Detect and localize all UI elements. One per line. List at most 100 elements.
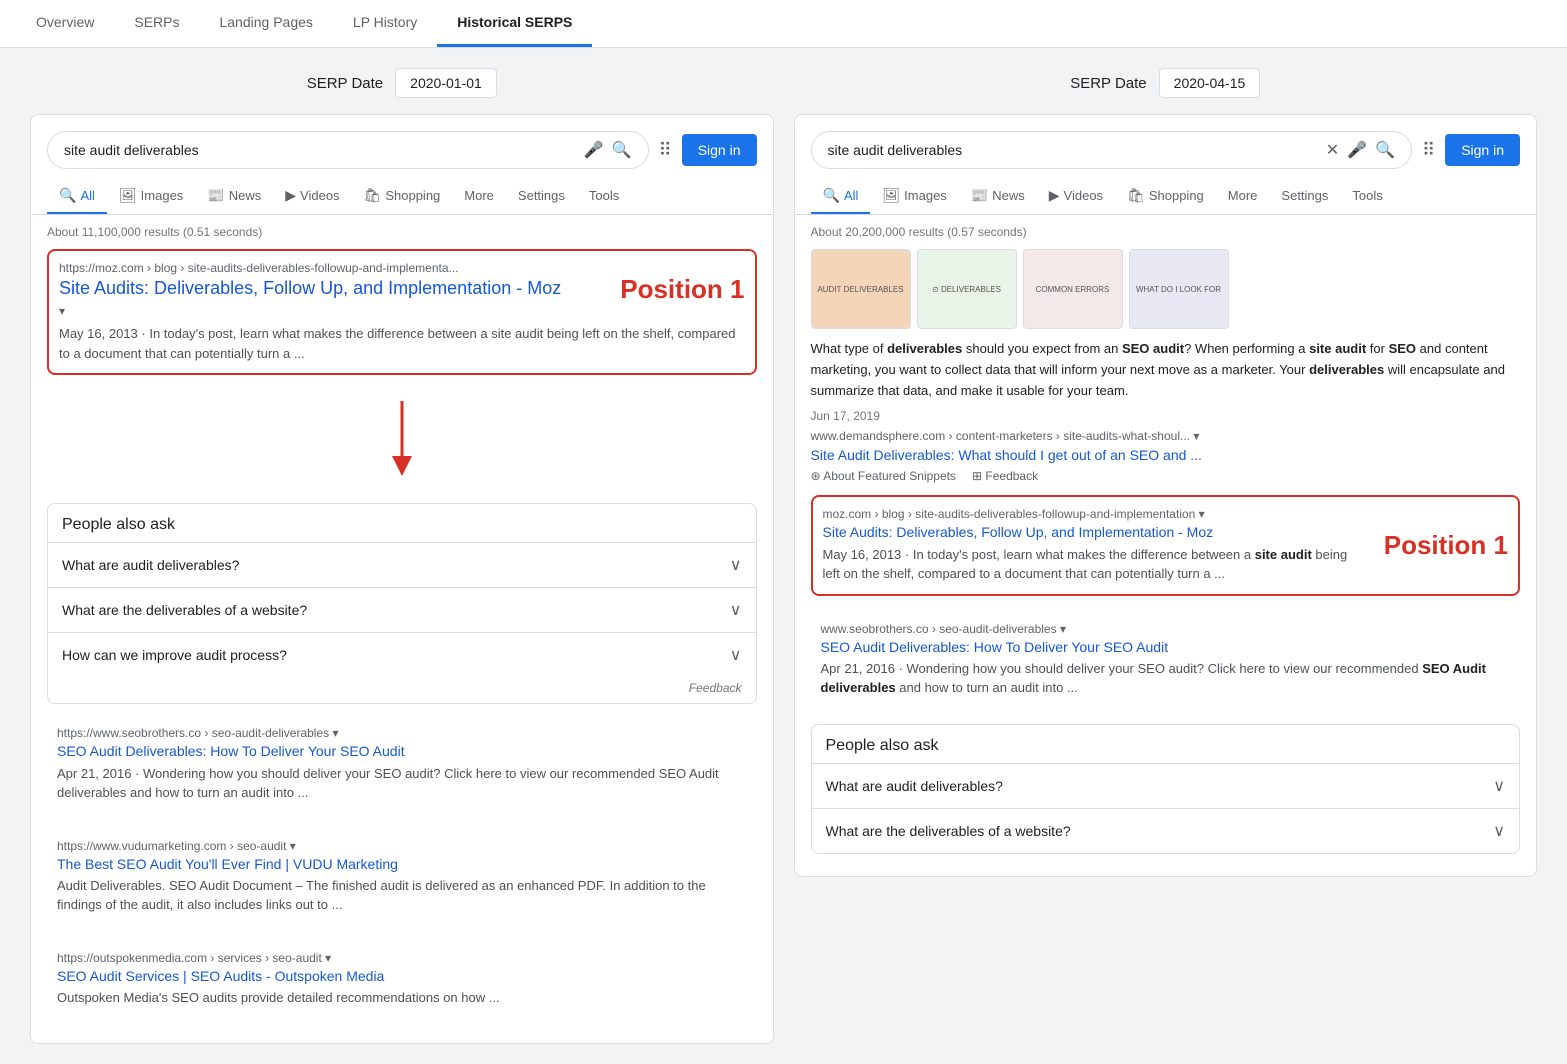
right-snippet-date: Jun 17, 2019 [811,409,1521,423]
left-search-bar: site audit deliverables 🎤 🔍 ⠿ Sign in [31,115,773,179]
left-pos1-url: https://moz.com › blog › site-audits-del… [59,261,604,275]
left-search-icons: 🎤 🔍 [584,140,632,160]
serp-columns: SERP Date 2020-01-01 site audit delivera… [30,68,1537,1044]
right-search-input[interactable]: site audit deliverables ✕ 🎤 🔍 [811,131,1413,169]
right-result-count: About 20,200,000 results (0.57 seconds) [811,225,1521,239]
right-r2-title[interactable]: SEO Audit Deliverables: How To Deliver Y… [821,638,1511,656]
right-nav-videos[interactable]: ▶ Videos [1037,179,1115,214]
left-pos1-wrapper: https://moz.com › blog › site-audits-del… [59,261,745,318]
left-search-text: site audit deliverables [64,142,199,158]
right-paa-item-1[interactable]: What are the deliverables of a website? … [812,808,1520,853]
left-paa-item-2[interactable]: How can we improve audit process? ∨ [48,632,756,677]
left-paa-item-0[interactable]: What are audit deliverables? ∨ [48,542,756,587]
left-pos1-title[interactable]: Site Audits: Deliverables, Follow Up, an… [59,277,604,300]
clear-icon[interactable]: ✕ [1326,140,1339,160]
right-position1-result: moz.com › blog › site-audits-deliverable… [811,495,1521,595]
left-paa-title: People also ask [48,504,756,542]
right-chevron-icon-0: ∨ [1493,776,1505,796]
right-chevron-icon-1: ∨ [1493,821,1505,841]
left-r2-snippet: Apr 21, 2016 · Wondering how you should … [57,764,747,803]
right-search-magnifier-icon[interactable]: 🔍 [1375,140,1395,160]
about-featured-snippets[interactable]: ⊛ About Featured Snippets [811,469,957,483]
left-r4-snippet: Outspoken Media's SEO audits provide det… [57,988,747,1008]
right-google-serp: site audit deliverables ✕ 🎤 🔍 ⠿ Sign in … [794,114,1538,877]
right-pos1-title[interactable]: Site Audits: Deliverables, Follow Up, an… [823,523,1368,541]
snippet-feedback[interactable]: ⊞ Feedback [972,469,1038,483]
tab-lp-history[interactable]: LP History [333,0,437,47]
left-date-box: 2020-01-01 [395,68,497,98]
featured-img-3: COMMON ERRORS [1023,249,1123,329]
right-nav-settings[interactable]: Settings [1269,179,1340,214]
left-pos1-snippet: May 16, 2013 · In today's post, learn wh… [59,324,745,363]
nav-settings[interactable]: Settings [506,179,577,214]
right-snippet-link[interactable]: Site Audit Deliverables: What should I g… [811,447,1202,463]
left-r4-title[interactable]: SEO Audit Services | SEO Audits - Outspo… [57,967,747,985]
right-g-nav: 🔍 All 🖼 Images 📰 News ▶ Videos 🛍 Shoppin… [795,179,1537,215]
right-nav-news[interactable]: 📰 News [959,179,1037,214]
left-google-serp: site audit deliverables 🎤 🔍 ⠿ Sign in 🔍 … [30,114,774,1044]
right-serp-column: SERP Date 2020-04-15 site audit delivera… [794,68,1538,1044]
tab-overview[interactable]: Overview [16,0,114,47]
right-nav-images[interactable]: 🖼 Images [870,179,958,214]
sign-in-button[interactable]: Sign in [682,134,757,166]
right-nav-more[interactable]: More [1216,179,1270,214]
left-date-label: SERP Date [307,75,383,92]
left-paa-feedback: Feedback [48,677,756,703]
left-r3-url: https://www.vudumarketing.com › seo-audi… [57,839,747,853]
right-date-header: SERP Date 2020-04-15 [794,68,1538,98]
right-r2-url: www.seobrothers.co › seo-audit-deliverab… [821,622,1511,636]
featured-img-4: WHAT DO I LOOK FOR [1129,249,1229,329]
right-nav-shopping[interactable]: 🛍 Shopping [1115,179,1216,214]
right-result-2: www.seobrothers.co › seo-audit-deliverab… [811,612,1521,708]
right-position1-label: Position 1 [1368,530,1508,561]
nav-videos[interactable]: ▶ Videos [273,179,351,214]
right-pos1-content: moz.com › blog › site-audits-deliverable… [823,507,1368,583]
left-result-3: https://www.vudumarketing.com › seo-audi… [47,829,757,925]
left-r3-title[interactable]: The Best SEO Audit You'll Ever Find | VU… [57,855,747,873]
left-serp-column: SERP Date 2020-01-01 site audit delivera… [30,68,774,1044]
left-date-header: SERP Date 2020-01-01 [30,68,774,98]
right-date-box: 2020-04-15 [1159,68,1261,98]
nav-tools[interactable]: Tools [577,179,631,214]
right-results: About 20,200,000 results (0.57 seconds) … [795,215,1537,876]
right-search-icons: ✕ 🎤 🔍 [1326,140,1395,160]
right-search-text: site audit deliverables [828,142,963,158]
left-search-input[interactable]: site audit deliverables 🎤 🔍 [47,131,649,169]
search-magnifier-icon[interactable]: 🔍 [612,140,632,160]
tab-historical-serps[interactable]: Historical SERPS [437,0,592,47]
left-result-count: About 11,100,000 results (0.51 seconds) [47,225,757,239]
right-mic-icon[interactable]: 🎤 [1347,140,1367,160]
right-pos1-url: moz.com › blog › site-audits-deliverable… [823,507,1368,521]
left-r4-url: https://outspokenmedia.com › services › … [57,951,747,965]
tab-landing-pages[interactable]: Landing Pages [199,0,332,47]
nav-shopping[interactable]: 🛍 Shopping [352,179,453,214]
featured-img-2: ⊙ DELIVERABLES [917,249,1017,329]
main-content: SERP Date 2020-01-01 site audit delivera… [0,48,1567,1064]
featured-img-1: AUDIT DELIVERABLES [811,249,911,329]
nav-news[interactable]: 📰 News [195,179,273,214]
left-position1-label: Position 1 [604,274,744,305]
nav-images[interactable]: 🖼 Images [107,179,195,214]
right-nav-all[interactable]: 🔍 All [811,179,871,214]
right-paa-item-0[interactable]: What are audit deliverables? ∨ [812,763,1520,808]
chevron-icon-1: ∨ [730,600,742,620]
right-grid-icon: ⠿ [1422,140,1435,161]
chevron-icon-0: ∨ [730,555,742,575]
right-snippet-url: www.demandsphere.com › content-marketers… [811,429,1521,443]
tab-serps[interactable]: SERPs [114,0,199,47]
left-r2-title[interactable]: SEO Audit Deliverables: How To Deliver Y… [57,742,747,760]
right-featured-snippet-text: What type of deliverables should you exp… [811,339,1521,401]
nav-more[interactable]: More [452,179,506,214]
right-r2-snippet: Apr 21, 2016 · Wondering how you should … [821,659,1511,698]
right-sign-in-button[interactable]: Sign in [1445,134,1520,166]
left-position1-result: https://moz.com › blog › site-audits-del… [47,249,757,375]
left-paa-box: People also ask What are audit deliverab… [47,503,757,704]
microphone-icon[interactable]: 🎤 [584,140,604,160]
tabs-bar: Overview SERPs Landing Pages LP History … [0,0,1567,48]
left-g-nav: 🔍 All 🖼 Images 📰 News ▶ Videos 🛍 Shoppin… [31,179,773,215]
left-paa-item-1[interactable]: What are the deliverables of a website? … [48,587,756,632]
grid-icon: ⠿ [659,140,672,161]
right-nav-tools[interactable]: Tools [1340,179,1394,214]
nav-all[interactable]: 🔍 All [47,179,107,214]
right-search-bar: site audit deliverables ✕ 🎤 🔍 ⠿ Sign in [795,115,1537,179]
